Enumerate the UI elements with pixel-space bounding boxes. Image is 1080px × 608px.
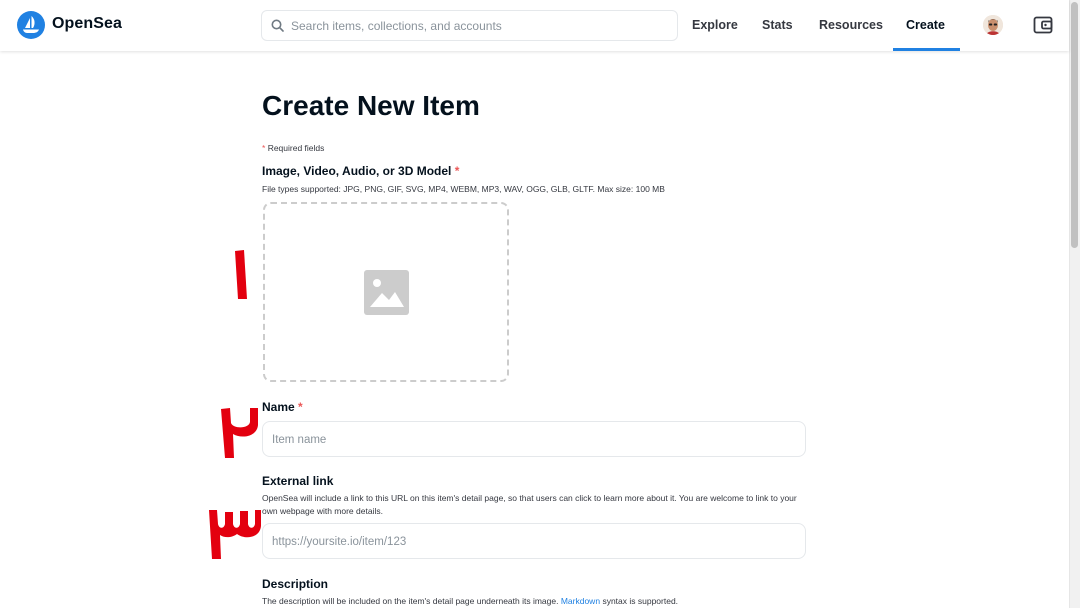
required-fields-note: * Required fields (262, 143, 324, 153)
annotation-marker-1 (235, 250, 247, 299)
brand-name[interactable]: OpenSea (52, 15, 122, 33)
required-asterisk: * (298, 400, 303, 414)
name-field[interactable] (262, 421, 806, 457)
search-bar[interactable] (261, 10, 678, 41)
description-help-after: syntax is supported. (602, 596, 679, 606)
media-upload-dropzone[interactable] (263, 202, 509, 382)
active-tab-indicator (893, 48, 960, 51)
nav-create[interactable]: Create (906, 18, 945, 32)
required-asterisk: * (262, 143, 266, 153)
external-link-field[interactable] (262, 523, 806, 559)
image-placeholder-icon (364, 270, 409, 315)
description-help-text: The description will be included on the … (262, 595, 807, 608)
name-label: Name * (262, 400, 303, 414)
name-input[interactable] (272, 431, 792, 449)
opensea-logo-icon[interactable] (17, 11, 45, 39)
media-label-text: Image, Video, Audio, or 3D Model (262, 164, 452, 178)
annotation-marker-3 (209, 510, 261, 559)
annotation-marker-2 (221, 408, 258, 458)
search-input[interactable] (291, 17, 671, 35)
scrollbar-thumb[interactable] (1071, 2, 1078, 248)
media-label: Image, Video, Audio, or 3D Model * (262, 164, 459, 178)
nav-resources[interactable]: Resources (819, 18, 883, 32)
external-link-label: External link (262, 474, 334, 488)
required-asterisk: * (454, 164, 460, 178)
external-link-input[interactable] (272, 533, 792, 551)
name-label-text: Name (262, 400, 295, 414)
search-icon (271, 19, 284, 32)
description-label: Description (262, 577, 329, 591)
page-title: Create New Item (262, 90, 480, 121)
external-link-help-text: OpenSea will include a link to this URL … (262, 493, 797, 516)
nav-explore[interactable]: Explore (692, 18, 738, 32)
media-help-text: File types supported: JPG, PNG, GIF, SVG… (262, 184, 665, 194)
markdown-link[interactable]: Markdown (561, 596, 600, 606)
top-navbar: OpenSea Explore Stats Resources Create (0, 0, 1069, 51)
nav-stats[interactable]: Stats (762, 18, 793, 32)
description-help-before: The description will be included on the … (262, 596, 559, 606)
user-avatar[interactable] (983, 15, 1003, 35)
wallet-icon[interactable] (1033, 15, 1053, 40)
required-fields-text: Required fields (267, 143, 325, 153)
